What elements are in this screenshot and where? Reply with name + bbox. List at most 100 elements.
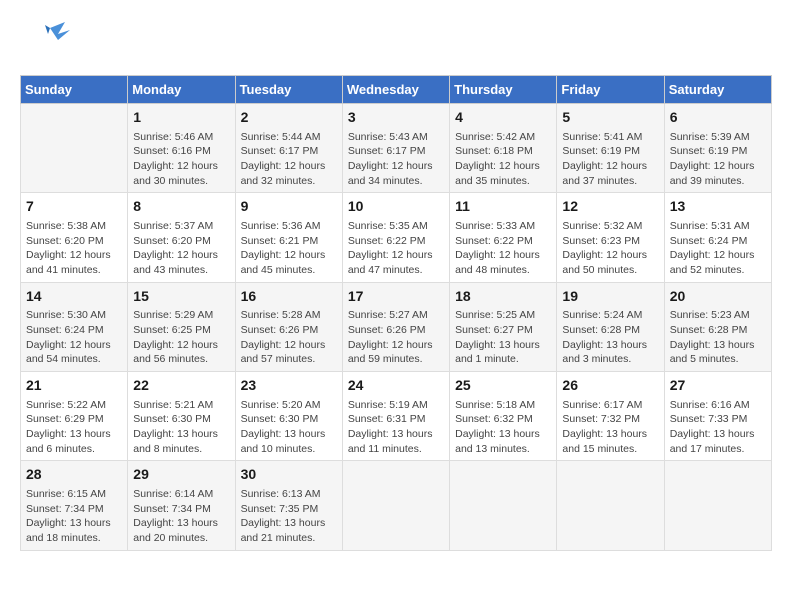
cell-info: Sunrise: 5:43 AM Sunset: 6:17 PM Dayligh… xyxy=(348,130,444,189)
day-number: 25 xyxy=(455,376,551,396)
logo-icon xyxy=(20,20,70,60)
calendar-cell: 27Sunrise: 6:16 AM Sunset: 7:33 PM Dayli… xyxy=(664,372,771,461)
calendar-cell xyxy=(664,461,771,550)
cell-info: Sunrise: 5:21 AM Sunset: 6:30 PM Dayligh… xyxy=(133,398,229,457)
week-row-5: 28Sunrise: 6:15 AM Sunset: 7:34 PM Dayli… xyxy=(21,461,772,550)
calendar-cell: 26Sunrise: 6:17 AM Sunset: 7:32 PM Dayli… xyxy=(557,372,664,461)
calendar-cell: 11Sunrise: 5:33 AM Sunset: 6:22 PM Dayli… xyxy=(450,193,557,282)
calendar-cell: 24Sunrise: 5:19 AM Sunset: 6:31 PM Dayli… xyxy=(342,372,449,461)
calendar-cell: 3Sunrise: 5:43 AM Sunset: 6:17 PM Daylig… xyxy=(342,104,449,193)
cell-info: Sunrise: 5:19 AM Sunset: 6:31 PM Dayligh… xyxy=(348,398,444,457)
cell-info: Sunrise: 5:25 AM Sunset: 6:27 PM Dayligh… xyxy=(455,308,551,367)
day-number: 20 xyxy=(670,287,766,307)
calendar-cell: 25Sunrise: 5:18 AM Sunset: 6:32 PM Dayli… xyxy=(450,372,557,461)
calendar-cell: 20Sunrise: 5:23 AM Sunset: 6:28 PM Dayli… xyxy=(664,282,771,371)
day-number: 24 xyxy=(348,376,444,396)
calendar-cell: 1Sunrise: 5:46 AM Sunset: 6:16 PM Daylig… xyxy=(128,104,235,193)
cell-info: Sunrise: 5:41 AM Sunset: 6:19 PM Dayligh… xyxy=(562,130,658,189)
calendar-cell: 5Sunrise: 5:41 AM Sunset: 6:19 PM Daylig… xyxy=(557,104,664,193)
cell-info: Sunrise: 5:28 AM Sunset: 6:26 PM Dayligh… xyxy=(241,308,337,367)
day-number: 5 xyxy=(562,108,658,128)
calendar-cell: 15Sunrise: 5:29 AM Sunset: 6:25 PM Dayli… xyxy=(128,282,235,371)
calendar-cell: 14Sunrise: 5:30 AM Sunset: 6:24 PM Dayli… xyxy=(21,282,128,371)
cell-info: Sunrise: 5:22 AM Sunset: 6:29 PM Dayligh… xyxy=(26,398,122,457)
column-header-thursday: Thursday xyxy=(450,76,557,104)
day-number: 14 xyxy=(26,287,122,307)
day-number: 23 xyxy=(241,376,337,396)
cell-info: Sunrise: 5:29 AM Sunset: 6:25 PM Dayligh… xyxy=(133,308,229,367)
day-number: 21 xyxy=(26,376,122,396)
calendar-cell: 13Sunrise: 5:31 AM Sunset: 6:24 PM Dayli… xyxy=(664,193,771,282)
day-number: 3 xyxy=(348,108,444,128)
cell-info: Sunrise: 6:15 AM Sunset: 7:34 PM Dayligh… xyxy=(26,487,122,546)
cell-info: Sunrise: 5:31 AM Sunset: 6:24 PM Dayligh… xyxy=(670,219,766,278)
calendar-cell: 9Sunrise: 5:36 AM Sunset: 6:21 PM Daylig… xyxy=(235,193,342,282)
column-header-monday: Monday xyxy=(128,76,235,104)
day-number: 17 xyxy=(348,287,444,307)
cell-info: Sunrise: 5:35 AM Sunset: 6:22 PM Dayligh… xyxy=(348,219,444,278)
day-number: 11 xyxy=(455,197,551,217)
calendar-cell: 29Sunrise: 6:14 AM Sunset: 7:34 PM Dayli… xyxy=(128,461,235,550)
logo xyxy=(20,20,74,65)
day-number: 7 xyxy=(26,197,122,217)
day-number: 22 xyxy=(133,376,229,396)
cell-info: Sunrise: 5:18 AM Sunset: 6:32 PM Dayligh… xyxy=(455,398,551,457)
cell-info: Sunrise: 5:46 AM Sunset: 6:16 PM Dayligh… xyxy=(133,130,229,189)
column-header-tuesday: Tuesday xyxy=(235,76,342,104)
calendar-cell: 19Sunrise: 5:24 AM Sunset: 6:28 PM Dayli… xyxy=(557,282,664,371)
header-row: SundayMondayTuesdayWednesdayThursdayFrid… xyxy=(21,76,772,104)
calendar-cell xyxy=(21,104,128,193)
calendar-cell: 28Sunrise: 6:15 AM Sunset: 7:34 PM Dayli… xyxy=(21,461,128,550)
calendar-cell xyxy=(557,461,664,550)
day-number: 29 xyxy=(133,465,229,485)
week-row-2: 7Sunrise: 5:38 AM Sunset: 6:20 PM Daylig… xyxy=(21,193,772,282)
cell-info: Sunrise: 5:20 AM Sunset: 6:30 PM Dayligh… xyxy=(241,398,337,457)
cell-info: Sunrise: 5:33 AM Sunset: 6:22 PM Dayligh… xyxy=(455,219,551,278)
calendar-cell: 21Sunrise: 5:22 AM Sunset: 6:29 PM Dayli… xyxy=(21,372,128,461)
calendar-cell: 7Sunrise: 5:38 AM Sunset: 6:20 PM Daylig… xyxy=(21,193,128,282)
cell-info: Sunrise: 5:30 AM Sunset: 6:24 PM Dayligh… xyxy=(26,308,122,367)
cell-info: Sunrise: 6:13 AM Sunset: 7:35 PM Dayligh… xyxy=(241,487,337,546)
cell-info: Sunrise: 5:42 AM Sunset: 6:18 PM Dayligh… xyxy=(455,130,551,189)
calendar-cell xyxy=(450,461,557,550)
column-header-wednesday: Wednesday xyxy=(342,76,449,104)
calendar-cell: 30Sunrise: 6:13 AM Sunset: 7:35 PM Dayli… xyxy=(235,461,342,550)
day-number: 16 xyxy=(241,287,337,307)
day-number: 18 xyxy=(455,287,551,307)
calendar-table: SundayMondayTuesdayWednesdayThursdayFrid… xyxy=(20,75,772,551)
cell-info: Sunrise: 5:38 AM Sunset: 6:20 PM Dayligh… xyxy=(26,219,122,278)
cell-info: Sunrise: 5:23 AM Sunset: 6:28 PM Dayligh… xyxy=(670,308,766,367)
cell-info: Sunrise: 5:44 AM Sunset: 6:17 PM Dayligh… xyxy=(241,130,337,189)
day-number: 19 xyxy=(562,287,658,307)
cell-info: Sunrise: 5:24 AM Sunset: 6:28 PM Dayligh… xyxy=(562,308,658,367)
day-number: 6 xyxy=(670,108,766,128)
calendar-cell: 16Sunrise: 5:28 AM Sunset: 6:26 PM Dayli… xyxy=(235,282,342,371)
day-number: 30 xyxy=(241,465,337,485)
cell-info: Sunrise: 5:32 AM Sunset: 6:23 PM Dayligh… xyxy=(562,219,658,278)
calendar-cell: 4Sunrise: 5:42 AM Sunset: 6:18 PM Daylig… xyxy=(450,104,557,193)
day-number: 9 xyxy=(241,197,337,217)
column-header-saturday: Saturday xyxy=(664,76,771,104)
day-number: 15 xyxy=(133,287,229,307)
calendar-cell: 12Sunrise: 5:32 AM Sunset: 6:23 PM Dayli… xyxy=(557,193,664,282)
calendar-cell: 22Sunrise: 5:21 AM Sunset: 6:30 PM Dayli… xyxy=(128,372,235,461)
week-row-4: 21Sunrise: 5:22 AM Sunset: 6:29 PM Dayli… xyxy=(21,372,772,461)
day-number: 12 xyxy=(562,197,658,217)
day-number: 8 xyxy=(133,197,229,217)
week-row-3: 14Sunrise: 5:30 AM Sunset: 6:24 PM Dayli… xyxy=(21,282,772,371)
column-header-sunday: Sunday xyxy=(21,76,128,104)
cell-info: Sunrise: 5:37 AM Sunset: 6:20 PM Dayligh… xyxy=(133,219,229,278)
cell-info: Sunrise: 6:16 AM Sunset: 7:33 PM Dayligh… xyxy=(670,398,766,457)
calendar-cell: 8Sunrise: 5:37 AM Sunset: 6:20 PM Daylig… xyxy=(128,193,235,282)
cell-info: Sunrise: 6:17 AM Sunset: 7:32 PM Dayligh… xyxy=(562,398,658,457)
week-row-1: 1Sunrise: 5:46 AM Sunset: 6:16 PM Daylig… xyxy=(21,104,772,193)
calendar-cell: 17Sunrise: 5:27 AM Sunset: 6:26 PM Dayli… xyxy=(342,282,449,371)
day-number: 28 xyxy=(26,465,122,485)
cell-info: Sunrise: 5:36 AM Sunset: 6:21 PM Dayligh… xyxy=(241,219,337,278)
page-header xyxy=(20,20,772,65)
cell-info: Sunrise: 5:27 AM Sunset: 6:26 PM Dayligh… xyxy=(348,308,444,367)
day-number: 2 xyxy=(241,108,337,128)
day-number: 10 xyxy=(348,197,444,217)
cell-info: Sunrise: 5:39 AM Sunset: 6:19 PM Dayligh… xyxy=(670,130,766,189)
day-number: 4 xyxy=(455,108,551,128)
